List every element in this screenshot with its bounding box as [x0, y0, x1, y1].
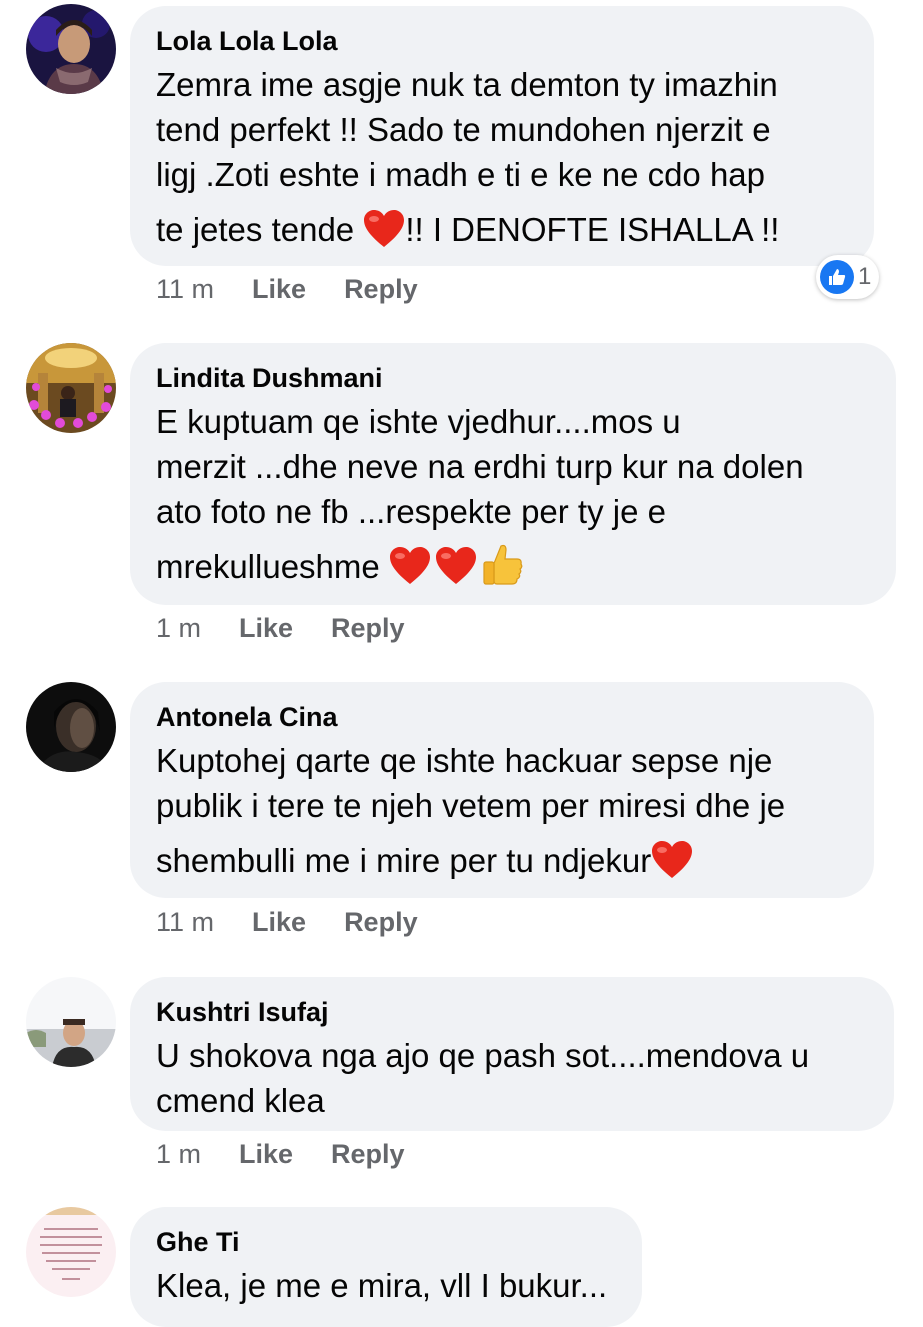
- comment-bubble: Lola Lola Lola Zemra ime asgje nuk ta de…: [130, 6, 874, 266]
- comment-line: merzit ...dhe neve na erdhi turp kur na …: [156, 448, 804, 485]
- comment-time[interactable]: 11 m: [156, 907, 214, 938]
- comment-text: Klea, je me e mira, vll I bukur...: [156, 1263, 616, 1308]
- red-heart-emoji: [364, 210, 405, 248]
- reaction-count: 1: [858, 263, 872, 290]
- comment-actions: 11 m Like Reply: [156, 907, 418, 938]
- comment-time[interactable]: 1 m: [156, 613, 201, 644]
- comment-line: U shokova nga ajo qe pash sot....mendova…: [156, 1037, 810, 1074]
- comment-actions: 1 m Like Reply: [156, 1139, 405, 1170]
- reply-button[interactable]: Reply: [344, 274, 418, 305]
- comment-text: E kuptuam qe ishte vjedhur....mos u merz…: [156, 399, 870, 589]
- comment-time[interactable]: 11 m: [156, 274, 214, 305]
- like-button[interactable]: Like: [239, 1139, 293, 1170]
- comment-time[interactable]: 1 m: [156, 1139, 201, 1170]
- like-reaction-icon: [820, 260, 854, 294]
- comment-text: Zemra ime asgje nuk ta demton ty imazhin…: [156, 62, 848, 252]
- comment-bubble: Lindita Dushmani E kuptuam qe ishte vjed…: [130, 343, 896, 605]
- comment-line: ligj .Zoti eshte i madh e ti e ke ne cdo…: [156, 156, 766, 193]
- comment-line: mrekullueshme: [156, 548, 389, 585]
- comment-line: cmend klea: [156, 1082, 325, 1119]
- comment-actions: 11 m Like Reply: [156, 274, 418, 305]
- avatar[interactable]: [26, 682, 116, 772]
- like-button[interactable]: Like: [252, 274, 306, 305]
- comment-author[interactable]: Kushtri Isufaj: [156, 997, 868, 1027]
- avatar[interactable]: [26, 343, 116, 433]
- like-button[interactable]: Like: [239, 613, 293, 644]
- comment-line: E kuptuam qe ishte vjedhur....mos u: [156, 403, 681, 440]
- reaction-badge[interactable]: 1: [816, 255, 880, 299]
- comment-bubble: Antonela Cina Kuptohej qarte qe ishte ha…: [130, 682, 874, 898]
- comment-author[interactable]: Lola Lola Lola: [156, 26, 848, 56]
- comment-bubble: Kushtri Isufaj U shokova nga ajo qe pash…: [130, 977, 894, 1131]
- comment-actions: 1 m Like Reply: [156, 613, 405, 644]
- like-button[interactable]: Like: [252, 907, 306, 938]
- comment-line: !! I DENOFTE ISHALLA !!: [405, 211, 780, 248]
- avatar[interactable]: [26, 1207, 116, 1297]
- reply-button[interactable]: Reply: [344, 907, 418, 938]
- comment-line: Klea, je me e mira, vll I bukur...: [156, 1267, 608, 1304]
- comment-line: Zemra ime asgje nuk ta demton ty imazhin: [156, 66, 778, 103]
- red-heart-emoji: [652, 841, 693, 879]
- red-heart-emoji: [435, 547, 476, 585]
- comment-text: U shokova nga ajo qe pash sot....mendova…: [156, 1033, 868, 1123]
- comment-author[interactable]: Lindita Dushmani: [156, 363, 870, 393]
- reply-button[interactable]: Reply: [331, 1139, 405, 1170]
- red-heart-emoji: [389, 547, 430, 585]
- comment-line: shembulli me i mire per tu ndjekur: [156, 842, 652, 879]
- comment-line: Kuptohej qarte qe ishte hackuar sepse nj…: [156, 742, 773, 779]
- comment-line: tend perfekt !! Sado te mundohen njerzit…: [156, 111, 771, 148]
- comment-bubble: Ghe Ti Klea, je me e mira, vll I bukur..…: [130, 1207, 642, 1327]
- comment-line: ato foto ne fb ...respekte per ty je e: [156, 493, 666, 530]
- comment-text: Kuptohej qarte qe ishte hackuar sepse nj…: [156, 738, 848, 883]
- comment-line: publik i tere te njeh vetem per miresi d…: [156, 787, 786, 824]
- comment-author[interactable]: Antonela Cina: [156, 702, 848, 732]
- comment-line: te jetes tende: [156, 211, 364, 248]
- reply-button[interactable]: Reply: [331, 613, 405, 644]
- avatar[interactable]: [26, 4, 116, 94]
- avatar[interactable]: [26, 977, 116, 1067]
- comment-author[interactable]: Ghe Ti: [156, 1227, 616, 1257]
- thumbs-up-emoji: [483, 545, 523, 585]
